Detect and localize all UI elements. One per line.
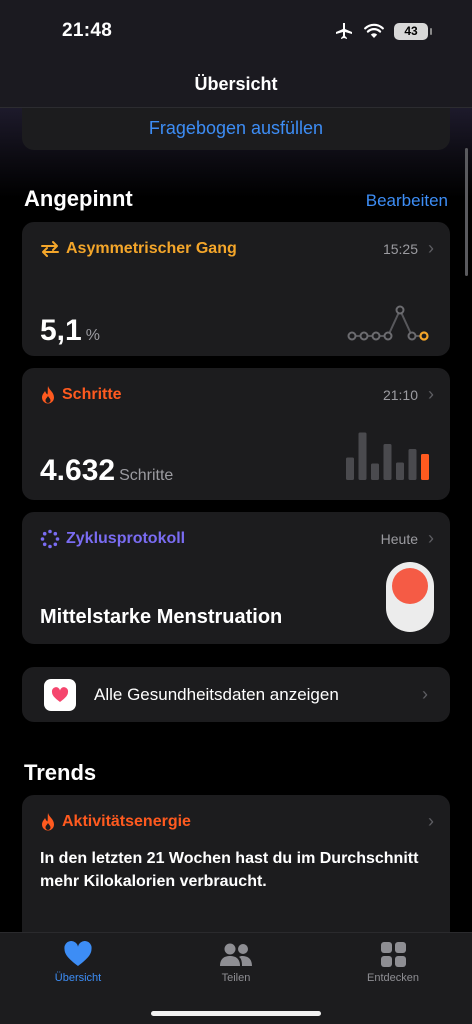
people-icon (220, 943, 252, 966)
gait-card[interactable]: Asymmetrischer Gang 15:25 › 5,1% (22, 222, 450, 356)
navigation-bar: Übersicht (0, 62, 472, 108)
status-bar: 21:48 43 (0, 0, 472, 62)
activity-energy-label: Aktivitätsenergie (62, 812, 191, 830)
gait-unit: % (85, 327, 100, 344)
activity-energy-card[interactable]: Aktivitätsenergie › In den letzten 21 Wo… (22, 795, 450, 945)
all-health-data-label: Alle Gesundheitsdaten anzeigen (94, 684, 339, 704)
gait-value-group: 5,1% (40, 314, 100, 348)
steps-bar (358, 432, 367, 480)
steps-bar (408, 449, 417, 480)
steps-label-group: Schritte (40, 385, 122, 405)
tab-discover-label: Entdecken (367, 972, 419, 984)
steps-unit: Schritte (119, 467, 174, 484)
tab-share[interactable]: Teilen (176, 941, 296, 984)
tab-discover[interactable]: Entdecken (333, 941, 453, 984)
cycle-label-group: Zyklusprotokoll (40, 529, 185, 549)
cycle-time: Heute (380, 530, 418, 547)
cycle-indicator-dot (392, 568, 428, 604)
status-icons: 43 (334, 22, 432, 40)
gait-sparkline (347, 305, 429, 341)
cycle-indicator (386, 562, 434, 632)
battery-indicator: 43 (394, 22, 432, 40)
questionnaire-link[interactable]: Fragebogen ausfüllen (149, 118, 323, 139)
steps-bar-chart (346, 432, 429, 480)
gait-time: 15:25 (382, 240, 418, 257)
flame-icon (42, 812, 54, 830)
cycle-dots-icon (40, 529, 60, 548)
steps-bar (346, 457, 354, 480)
arrows-icon (41, 240, 59, 257)
heart-icon (51, 686, 69, 702)
steps-time: 21:10 (382, 386, 418, 403)
scrollbar[interactable] (465, 148, 468, 276)
steps-bar (371, 463, 379, 480)
steps-bar (421, 454, 429, 480)
heart-icon (64, 941, 92, 966)
grid-icon (380, 942, 406, 967)
flame-icon (42, 385, 54, 403)
edit-button[interactable]: Bearbeiten (366, 191, 448, 211)
steps-label: Schritte (62, 385, 122, 403)
gait-label-group: Asymmetrischer Gang (40, 240, 237, 258)
trends-section-header: Trends (24, 760, 448, 786)
chevron-right-icon: › (428, 811, 434, 831)
gait-label: Asymmetrischer Gang (66, 239, 237, 257)
home-indicator[interactable] (151, 1011, 321, 1016)
status-time: 21:48 (62, 20, 113, 41)
cycle-card[interactable]: Zyklusprotokoll Heute › Mittelstarke Men… (22, 512, 450, 644)
activity-energy-text: In den letzten 21 Wochen hast du im Durc… (40, 850, 419, 890)
steps-card[interactable]: Schritte 21:10 › 4.632 Schritte (22, 368, 450, 500)
chevron-right-icon: › (428, 384, 434, 404)
tab-share-label: Teilen (221, 972, 251, 984)
tab-overview-label: Übersicht (54, 972, 102, 984)
activity-energy-label-group: Aktivitätsenergie (40, 812, 191, 832)
steps-value: 4.632 (40, 454, 116, 487)
all-health-data-row[interactable]: Alle Gesundheitsdaten anzeigen › (22, 667, 450, 722)
cycle-value: Mittelstarke Menstruation (40, 606, 283, 628)
airplane-icon (336, 23, 352, 39)
pinned-section-header: Angepinnt Bearbeiten (24, 186, 448, 212)
questionnaire-card: Fragebogen ausfüllen (22, 106, 450, 150)
steps-value-group: 4.632 Schritte (40, 454, 173, 488)
tab-bar: Übersicht Teilen Entdecken (0, 932, 472, 1024)
chevron-right-icon: › (428, 238, 434, 258)
page-title: Übersicht (194, 74, 278, 94)
cycle-label: Zyklusprotokoll (66, 529, 186, 547)
trends-title: Trends (24, 760, 97, 785)
steps-bar (383, 444, 392, 480)
tab-overview[interactable]: Übersicht (18, 941, 138, 984)
steps-bar (396, 462, 404, 480)
wifi-icon (364, 23, 384, 38)
chevron-right-icon: › (422, 684, 428, 704)
chevron-right-icon: › (428, 528, 434, 548)
gait-value: 5,1 (40, 314, 82, 347)
pinned-title: Angepinnt (24, 186, 133, 211)
health-app-icon (44, 678, 76, 711)
